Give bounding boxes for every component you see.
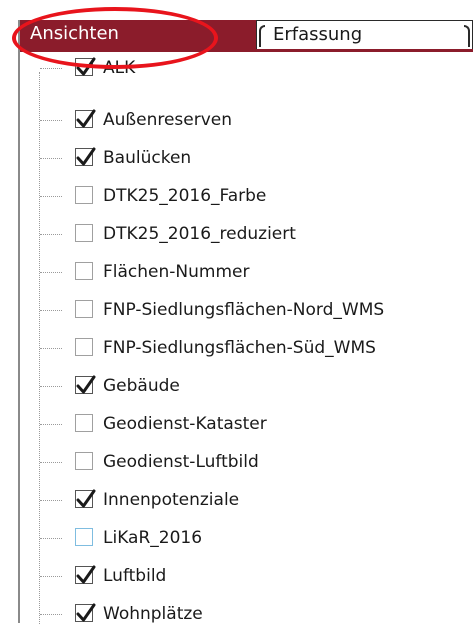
tree-branch bbox=[40, 500, 62, 501]
layer-label-alk[interactable]: ALK bbox=[103, 57, 135, 79]
layer-checkbox-likar[interactable] bbox=[75, 528, 93, 546]
layer-label-geodienst-kataster[interactable]: Geodienst-Kataster bbox=[103, 413, 267, 435]
checkmark-icon bbox=[76, 489, 96, 508]
layer-row-flaechen-nummer: Flächen-Nummer bbox=[0, 258, 473, 288]
checkmark-icon bbox=[76, 565, 96, 584]
checkmark-icon bbox=[76, 147, 96, 166]
layer-checkbox-geodienst-kataster[interactable] bbox=[75, 414, 93, 432]
tree-branch bbox=[40, 386, 62, 387]
layer-row-innenpotenziale: Innenpotenziale bbox=[0, 486, 473, 516]
layer-row-geodienst-luftbild: Geodienst-Luftbild bbox=[0, 448, 473, 478]
layer-row-bauluecken: Baulücken bbox=[0, 144, 473, 174]
tree-branch bbox=[40, 348, 62, 349]
layer-checkbox-aussenreserven[interactable] bbox=[75, 109, 96, 128]
tree-branch bbox=[40, 310, 62, 311]
layer-label-innenpotenziale[interactable]: Innenpotenziale bbox=[103, 489, 239, 511]
checkmark-icon bbox=[76, 603, 96, 622]
layer-label-aussenreserven[interactable]: Außenreserven bbox=[103, 109, 232, 131]
layer-checkbox-bauluecken[interactable] bbox=[75, 147, 96, 166]
tree-branch bbox=[40, 272, 62, 273]
layer-label-gebaeude[interactable]: Gebäude bbox=[103, 375, 180, 397]
tab-ansichten-label: Ansichten bbox=[30, 23, 119, 44]
tree-branch bbox=[40, 234, 62, 235]
layer-row-fnp-sued: FNP-Siedlungsflächen-Süd_WMS bbox=[0, 334, 473, 364]
layer-row-alk: ALK bbox=[0, 54, 473, 84]
layer-label-geodienst-luftbild[interactable]: Geodienst-Luftbild bbox=[103, 451, 259, 473]
layer-label-fnp-sued[interactable]: FNP-Siedlungsflächen-Süd_WMS bbox=[103, 337, 376, 359]
layer-row-geodienst-kataster: Geodienst-Kataster bbox=[0, 410, 473, 440]
layer-label-fnp-nord[interactable]: FNP-Siedlungsflächen-Nord_WMS bbox=[103, 299, 384, 321]
tab-bar: Ansichten Erfassung bbox=[20, 20, 473, 52]
layer-row-likar: LiKaR_2016 bbox=[0, 524, 473, 554]
tab-ansichten[interactable]: Ansichten bbox=[20, 20, 256, 50]
tree-branch bbox=[40, 538, 62, 539]
layer-checkbox-dtk25-farbe[interactable] bbox=[75, 186, 93, 204]
layer-checkbox-innenpotenziale[interactable] bbox=[75, 489, 96, 508]
layer-checkbox-fnp-sued[interactable] bbox=[75, 338, 93, 356]
layer-checkbox-geodienst-luftbild[interactable] bbox=[75, 452, 93, 470]
layer-checkbox-flaechen-nummer[interactable] bbox=[75, 262, 93, 280]
tree-branch bbox=[40, 614, 62, 615]
tree-branch bbox=[40, 158, 62, 159]
layer-label-wohnplaetze[interactable]: Wohnplätze bbox=[103, 603, 203, 625]
checkmark-icon bbox=[76, 57, 96, 76]
layer-row-dtk25-reduziert: DTK25_2016_reduziert bbox=[0, 220, 473, 250]
layer-checkbox-wohnplaetze[interactable] bbox=[75, 603, 96, 622]
layer-label-dtk25-farbe[interactable]: DTK25_2016_Farbe bbox=[103, 185, 266, 207]
tree-branch bbox=[40, 576, 62, 577]
layer-row-gebaeude: Gebäude bbox=[0, 372, 473, 402]
tab-erfassung-label: Erfassung bbox=[273, 24, 363, 45]
tree-branch bbox=[40, 424, 62, 425]
layer-label-dtk25-reduziert[interactable]: DTK25_2016_reduziert bbox=[103, 223, 296, 245]
layer-panel: Ansichten Erfassung ALK Außenreserven Ba… bbox=[0, 0, 473, 624]
tree-branch bbox=[40, 120, 62, 121]
checkmark-icon bbox=[76, 109, 96, 128]
layer-row-wohnplaetze: Wohnplätze bbox=[0, 600, 473, 630]
tree-branch bbox=[40, 196, 62, 197]
layer-checkbox-alk[interactable] bbox=[75, 57, 96, 76]
checkmark-icon bbox=[76, 375, 96, 394]
tree-branch bbox=[40, 68, 62, 69]
layer-row-aussenreserven: Außenreserven bbox=[0, 106, 473, 136]
tab-erfassung[interactable]: Erfassung bbox=[256, 20, 473, 50]
tree-branch bbox=[40, 462, 62, 463]
layer-label-flaechen-nummer[interactable]: Flächen-Nummer bbox=[103, 261, 249, 283]
layer-label-likar[interactable]: LiKaR_2016 bbox=[103, 527, 202, 549]
layer-checkbox-luftbild[interactable] bbox=[75, 565, 96, 584]
layer-checkbox-dtk25-reduziert[interactable] bbox=[75, 224, 93, 242]
layer-label-bauluecken[interactable]: Baulücken bbox=[103, 147, 191, 169]
layer-label-luftbild[interactable]: Luftbild bbox=[103, 565, 166, 587]
layer-row-luftbild: Luftbild bbox=[0, 562, 473, 592]
layer-checkbox-gebaeude[interactable] bbox=[75, 375, 96, 394]
layer-row-fnp-nord: FNP-Siedlungsflächen-Nord_WMS bbox=[0, 296, 473, 326]
layer-checkbox-fnp-nord[interactable] bbox=[75, 300, 93, 318]
layer-row-dtk25-farbe: DTK25_2016_Farbe bbox=[0, 182, 473, 212]
